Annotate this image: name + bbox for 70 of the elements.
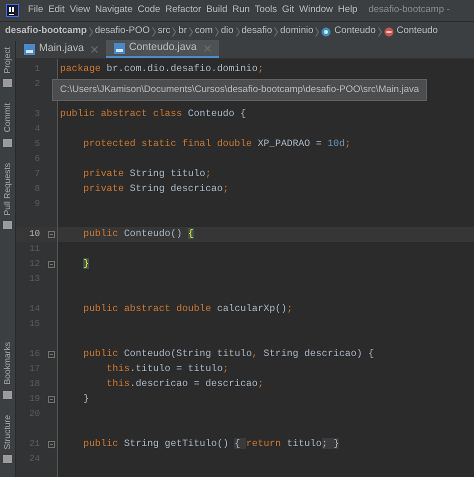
menu-item[interactable]: Git bbox=[282, 3, 294, 18]
breadcrumb-item[interactable]: com bbox=[194, 24, 213, 39]
tool-window-tab[interactable]: Project bbox=[1, 47, 14, 74]
class-icon bbox=[321, 26, 332, 36]
code-line: protected static final double XP_PADRAO = 10d; bbox=[82, 137, 351, 152]
chevron-icon bbox=[152, 26, 156, 36]
panel-icon bbox=[3, 390, 12, 398]
menu-item[interactable]: Refactor bbox=[165, 3, 202, 18]
panel-icon bbox=[3, 138, 12, 147]
breadcrumb-item[interactable]: dio bbox=[220, 24, 234, 39]
menu-item[interactable]: Build bbox=[206, 3, 228, 18]
tool-window-tab[interactable]: Commit bbox=[1, 103, 14, 133]
window-title: desafio-bootcamp - bbox=[368, 3, 450, 18]
chevron-icon bbox=[315, 26, 320, 36]
code-line: public Conteudo(String titulo, String descricao) { bbox=[82, 347, 374, 362]
close-icon bbox=[204, 44, 211, 52]
code-line: public abstract class Conteudo { bbox=[60, 107, 246, 122]
tool-window-tab[interactable]: Bookmarks bbox=[1, 342, 14, 384]
menu-item[interactable]: Window bbox=[299, 3, 333, 18]
code-line: private String descricao; bbox=[82, 182, 229, 196]
fold-icon[interactable] bbox=[48, 396, 55, 403]
panel-icon bbox=[3, 455, 12, 463]
menu-item[interactable]: Run bbox=[232, 3, 250, 18]
fold-icon[interactable] bbox=[48, 441, 55, 448]
fold-icon[interactable] bbox=[48, 231, 55, 238]
breadcrumb-item[interactable]: Conteudo bbox=[321, 24, 376, 39]
chevron-icon bbox=[236, 26, 240, 36]
code-line: this.descricao = descricao; bbox=[106, 377, 264, 392]
editor-tab[interactable]: Conteudo.java bbox=[106, 40, 219, 58]
code-line: public Conteudo() { bbox=[82, 227, 194, 242]
chevron-icon bbox=[378, 26, 382, 36]
file-icon bbox=[24, 44, 35, 54]
breadcrumb-item[interactable]: desafio-POO bbox=[94, 24, 150, 39]
code-line: this.titulo = titulo; bbox=[106, 362, 229, 376]
menu-item[interactable]: Navigate bbox=[95, 3, 133, 18]
panel-icon bbox=[3, 221, 12, 230]
fold-icon[interactable] bbox=[48, 351, 55, 358]
chevron-icon bbox=[88, 26, 93, 36]
breadcrumb-item[interactable]: desafio-bootcamp bbox=[5, 24, 87, 39]
breadcrumb-item[interactable]: Conteudo bbox=[384, 24, 438, 39]
menu-item[interactable]: Edit bbox=[48, 3, 65, 18]
file-icon bbox=[114, 42, 125, 54]
chevron-icon bbox=[172, 26, 176, 36]
code-line: public abstract double calcularXp(); bbox=[82, 302, 293, 316]
menu-item[interactable]: View bbox=[70, 3, 90, 18]
panel-icon bbox=[3, 79, 12, 88]
breadcrumb-item[interactable]: dominio bbox=[280, 24, 314, 39]
menu-item[interactable]: File bbox=[28, 3, 44, 18]
close-icon bbox=[90, 46, 98, 52]
menu-item[interactable]: Tools bbox=[254, 3, 277, 18]
method-icon bbox=[384, 26, 394, 36]
breadcrumb-item[interactable]: src bbox=[158, 24, 170, 39]
path-tooltip: C:\Users\JKamison\Documents\Cursos\desafio-bootcamp\desafio-POO\src\Main.java bbox=[52, 79, 428, 102]
breadcrumb-item[interactable]: desafio bbox=[242, 24, 272, 39]
menu-item[interactable]: Help bbox=[338, 3, 358, 18]
chevron-icon bbox=[214, 26, 219, 36]
app-logo-icon bbox=[6, 4, 19, 17]
code-line: } bbox=[82, 392, 90, 406]
code-line: private String titulo; bbox=[82, 167, 212, 182]
code-line: package br.com.dio.desafio.dominio; bbox=[60, 62, 264, 76]
tool-window-tab[interactable]: Pull Requests bbox=[1, 162, 14, 216]
breadcrumb-item[interactable]: br bbox=[178, 24, 187, 39]
code-line: public String getTitulo() { return titulo; } bbox=[82, 437, 340, 452]
fold-icon[interactable] bbox=[48, 261, 55, 268]
line-number: 10 bbox=[28, 228, 40, 241]
chevron-icon bbox=[274, 26, 278, 36]
menu-item[interactable]: Code bbox=[138, 3, 160, 18]
chevron-icon bbox=[188, 26, 193, 36]
tool-window-tab[interactable]: Structure bbox=[1, 414, 14, 449]
editor-tab[interactable]: Main.java bbox=[16, 40, 106, 58]
